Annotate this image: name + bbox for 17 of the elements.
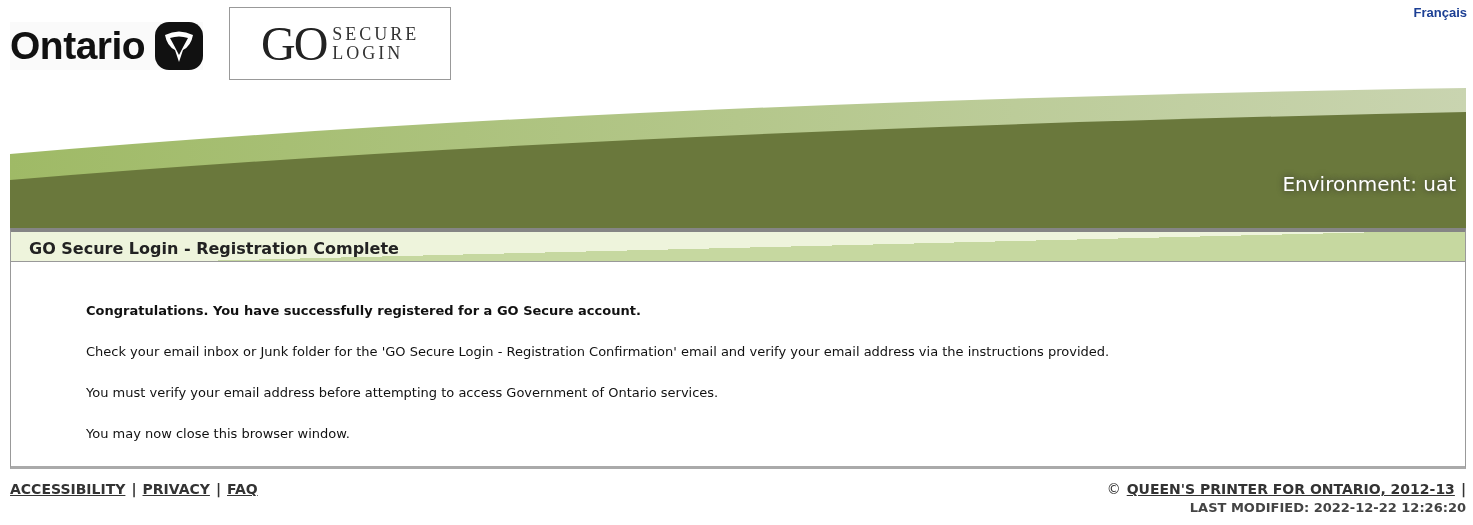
footer-link[interactable]: ACCESSIBILITY	[10, 481, 126, 497]
separator: |	[215, 481, 222, 497]
language-link[interactable]: Français	[1413, 5, 1467, 20]
page-title: GO Secure Login - Registration Complete	[10, 228, 1466, 261]
message-text: You may now close this browser window.	[86, 425, 351, 443]
confirmation-heading: Congratulations. You have successfully registered for a GO Secure account.	[86, 302, 642, 320]
copyright-symbol: ©	[1106, 481, 1121, 497]
message-text: Check your email inbox or Junk folder for the 'GO Secure Login - Registration Confirmation' email and verify your email address via the instructions provided.	[86, 343, 1111, 361]
copyright-link[interactable]: QUEEN'S PRINTER FOR ONTARIO, 2012-13	[1126, 481, 1455, 497]
separator: |	[131, 481, 137, 497]
footer-link[interactable]: PRIVACY	[142, 481, 210, 497]
environment-label: Environment: uat	[1282, 172, 1456, 196]
last-modified-text: LAST MODIFIED: 2022-12-22 12:26:20	[1189, 500, 1466, 515]
footer-link[interactable]: FAQ	[227, 481, 258, 497]
message-text: You must verify your email address before attempting to access Government of Ontario services.	[86, 384, 720, 402]
separator: |	[1460, 481, 1466, 497]
ontario-wordmark: Ontario	[10, 24, 146, 68]
